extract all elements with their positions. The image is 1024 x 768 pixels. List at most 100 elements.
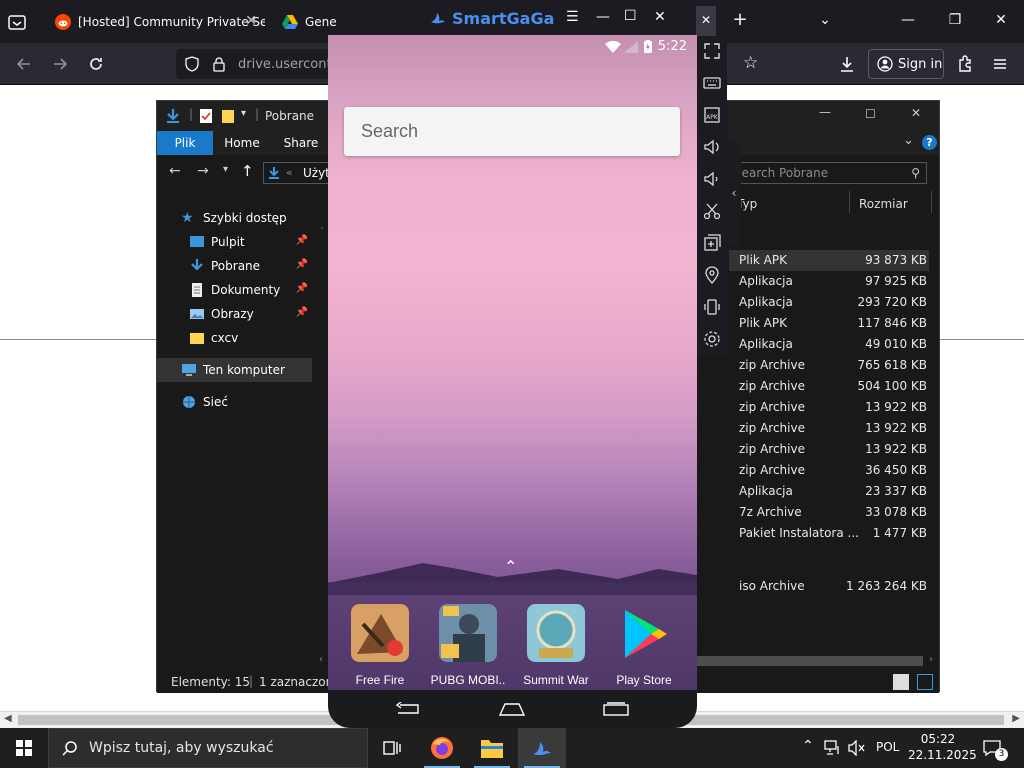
recent-locations-icon[interactable]: ▾ xyxy=(223,164,228,175)
scroll-left-icon[interactable]: ◀ xyxy=(4,713,12,724)
close-icon[interactable]: ✕ xyxy=(911,106,921,120)
address-bar[interactable]: « Użytk xyxy=(263,162,337,184)
home-icon[interactable] xyxy=(498,702,526,716)
nav-dokumenty[interactable]: Dokumenty 📌 xyxy=(157,278,312,302)
recent-apps-icon[interactable] xyxy=(602,702,630,716)
pin-icon[interactable]: 📌 xyxy=(296,235,308,246)
properties-icon[interactable] xyxy=(199,108,213,124)
file-row[interactable]: Pakiet Instalatora ... 1 477 KB xyxy=(729,523,929,544)
shield-icon[interactable] xyxy=(184,56,200,72)
ribbon-tab-home[interactable]: Home xyxy=(213,131,271,155)
volume-down-icon[interactable] xyxy=(703,170,721,188)
pin-icon[interactable]: 📌 xyxy=(296,259,308,270)
file-row[interactable]: Aplikacja 97 925 KB xyxy=(729,271,929,292)
nav-siec[interactable]: Sieć xyxy=(157,390,312,414)
nav-quick-access[interactable]: ★ Szybki dostęp xyxy=(157,206,312,230)
back-icon[interactable] xyxy=(394,702,422,716)
minimize-icon[interactable]: — xyxy=(819,105,831,119)
nav-pulpit[interactable]: Pulpit 📌 xyxy=(157,230,312,254)
shake-icon[interactable] xyxy=(703,298,721,316)
maximize-icon[interactable]: ☐ xyxy=(624,8,637,24)
app-drawer-chevron-icon[interactable]: ⌃ xyxy=(504,557,517,576)
taskbar-smartgaga[interactable] xyxy=(518,728,566,768)
chevron-up-icon[interactable]: ⌃ xyxy=(802,738,814,754)
task-view-button[interactable] xyxy=(368,728,416,768)
close-icon[interactable]: ✕ xyxy=(245,13,257,29)
file-row[interactable]: Aplikacja 49 010 KB xyxy=(729,334,929,355)
forward-icon[interactable]: → xyxy=(197,163,209,179)
keyboard-icon[interactable] xyxy=(703,74,721,92)
new-folder-icon[interactable] xyxy=(221,108,235,124)
network-icon[interactable] xyxy=(824,740,842,756)
file-row[interactable]: Aplikacja 23 337 KB xyxy=(729,481,929,502)
menu-icon[interactable] xyxy=(990,54,1010,74)
volume-muted-icon[interactable] xyxy=(848,740,866,756)
search-icon[interactable]: ⚲ xyxy=(911,166,920,180)
close-emulator-icon[interactable]: ✕ xyxy=(696,6,716,36)
chevron-down-icon[interactable]: ⌄ xyxy=(815,12,835,28)
file-row[interactable]: zip Archive 504 100 KB xyxy=(729,376,929,397)
file-row[interactable]: zip Archive 765 618 KB xyxy=(729,355,929,376)
new-tab-icon[interactable]: + xyxy=(730,9,750,30)
back-icon[interactable]: ← xyxy=(169,163,181,179)
scroll-right-icon[interactable]: › xyxy=(929,654,933,665)
pin-icon[interactable]: 📌 xyxy=(296,307,308,318)
close-icon[interactable]: ✕ xyxy=(654,9,666,25)
nav-scroll-up-icon[interactable]: ˄ xyxy=(320,227,325,237)
file-row[interactable]: Plik APK 117 846 KB xyxy=(729,313,929,334)
scroll-left-icon[interactable]: ‹ xyxy=(319,654,323,665)
file-row[interactable]: zip Archive 13 922 KB xyxy=(729,418,929,439)
windows-start-icon[interactable] xyxy=(0,728,48,768)
file-row[interactable]: iso Archive 1 263 264 KB xyxy=(729,576,929,597)
back-icon[interactable] xyxy=(14,54,34,74)
toolbar-collapse-chevron-icon[interactable]: ‹ xyxy=(727,142,741,246)
lock-icon[interactable] xyxy=(212,56,226,72)
close-window-icon[interactable]: ✕ xyxy=(991,12,1011,28)
ribbon-tab-share[interactable]: Share xyxy=(271,131,331,155)
minimize-icon[interactable]: — xyxy=(596,9,610,25)
nav-pobrane[interactable]: Pobrane 📌 xyxy=(157,254,312,278)
nav-ten-komputer[interactable]: Ten komputer xyxy=(157,358,312,382)
scroll-right-icon[interactable]: ▶ xyxy=(1012,713,1020,724)
app-free-fire[interactable]: Free Fire xyxy=(336,604,424,687)
nav-obrazy[interactable]: Obrazy 📌 xyxy=(157,302,312,326)
location-icon[interactable] xyxy=(703,266,721,284)
taskbar-search-input[interactable]: Wpisz tutaj, aby wyszukać xyxy=(48,728,368,768)
forward-icon[interactable] xyxy=(50,54,70,74)
settings-gear-icon[interactable] xyxy=(703,330,721,348)
fullscreen-icon[interactable] xyxy=(703,42,721,60)
column-size[interactable]: Rozmiar xyxy=(859,197,908,211)
large-icons-view-icon[interactable] xyxy=(917,674,933,690)
taskbar-file-explorer[interactable] xyxy=(468,728,516,768)
file-row[interactable]: Plik APK 93 873 KB xyxy=(729,250,929,271)
taskbar-firefox[interactable] xyxy=(418,728,466,768)
quick-access-dropdown-icon[interactable]: ▾ xyxy=(241,108,246,119)
minimize-icon[interactable]: — xyxy=(898,12,918,28)
app-summit-war[interactable]: Summit War xyxy=(512,604,600,687)
file-row[interactable]: 7z Archive 33 078 KB xyxy=(729,502,929,523)
volume-up-icon[interactable] xyxy=(703,138,721,156)
maximize-icon[interactable]: ☐ xyxy=(865,107,876,121)
multi-instance-icon[interactable] xyxy=(703,234,721,252)
tab-hosted[interactable]: [Hosted] Community Private Se ✕ xyxy=(43,0,265,43)
menu-icon[interactable]: ☰ xyxy=(566,9,579,25)
help-icon[interactable]: ? xyxy=(922,135,937,150)
taskbar-clock[interactable]: 05:22 22.11.2025 xyxy=(908,731,977,763)
extensions-icon[interactable] xyxy=(955,54,975,74)
screenshot-scissors-icon[interactable] xyxy=(703,202,721,220)
app-pubg-mobile[interactable]: PUBG MOBI.. xyxy=(424,604,512,687)
expand-ribbon-icon[interactable]: ⌄ xyxy=(903,133,914,148)
file-row[interactable]: zip Archive 36 450 KB xyxy=(729,460,929,481)
download-icon[interactable] xyxy=(837,54,857,74)
file-row[interactable]: zip Archive 13 922 KB xyxy=(729,397,929,418)
scroll-thumb[interactable] xyxy=(697,656,923,666)
google-search-bar[interactable]: Search xyxy=(344,107,680,156)
sign-in-button[interactable]: Sign in xyxy=(868,49,944,79)
file-row[interactable]: Aplikacja 293 720 KB xyxy=(729,292,929,313)
app-play-store[interactable]: Play Store xyxy=(600,604,688,687)
up-icon[interactable]: ↑ xyxy=(241,162,254,180)
pin-icon[interactable]: 📌 xyxy=(296,283,308,294)
bookmark-star-icon[interactable]: ☆ xyxy=(743,53,758,73)
search-input[interactable]: Search Pobrane ⚲ xyxy=(727,162,927,184)
ribbon-tab-plik[interactable]: Plik xyxy=(157,131,213,155)
